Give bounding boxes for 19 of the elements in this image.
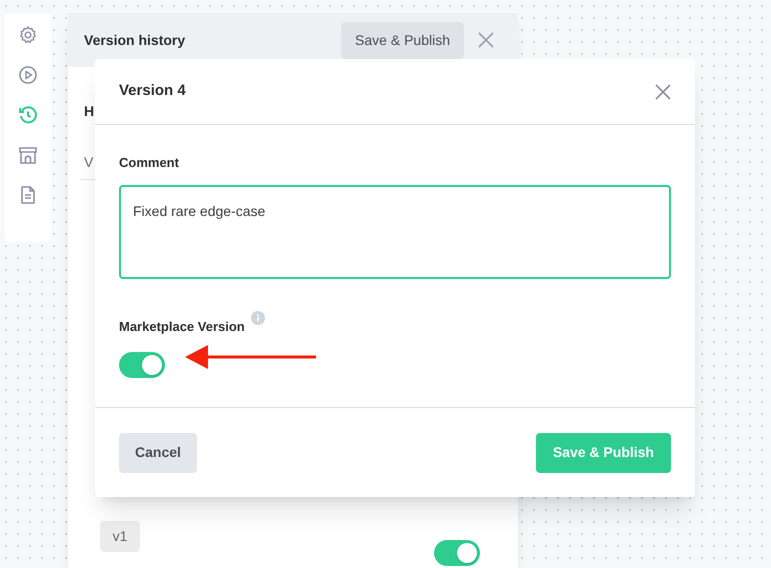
document-icon[interactable] bbox=[18, 185, 38, 205]
history-icon[interactable] bbox=[18, 105, 38, 125]
close-icon[interactable] bbox=[478, 32, 494, 48]
version-badge: v1 bbox=[100, 521, 140, 552]
play-icon[interactable] bbox=[18, 65, 38, 85]
comment-field[interactable]: Fixed rare edge-case bbox=[119, 184, 671, 278]
save-publish-button[interactable]: Save & Publish bbox=[341, 22, 464, 58]
panel-title: Version history bbox=[84, 30, 186, 50]
section-heading: H bbox=[84, 102, 94, 121]
marketplace-label: Marketplace Version bbox=[119, 318, 245, 336]
section-label: V bbox=[84, 153, 94, 172]
toggle-switch[interactable] bbox=[434, 540, 480, 566]
modal-title: Version 4 bbox=[119, 81, 186, 102]
close-icon[interactable] bbox=[655, 84, 671, 100]
comment-label: Comment bbox=[119, 154, 180, 172]
cancel-button[interactable]: Cancel bbox=[119, 432, 197, 472]
toggle-switch[interactable] bbox=[119, 352, 165, 378]
gear-icon[interactable] bbox=[18, 25, 38, 45]
store-icon[interactable] bbox=[18, 145, 38, 165]
